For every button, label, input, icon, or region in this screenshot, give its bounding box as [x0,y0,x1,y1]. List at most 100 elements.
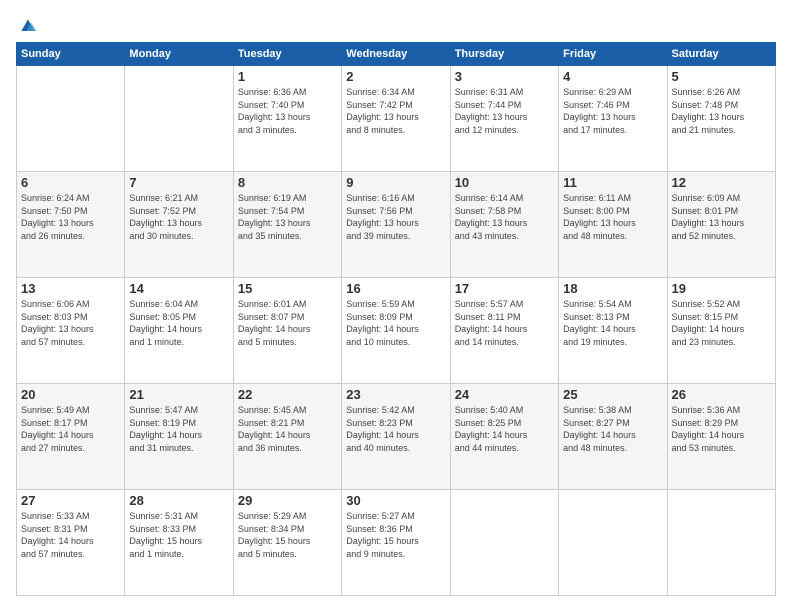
day-info: Sunrise: 6:34 AM Sunset: 7:42 PM Dayligh… [346,86,445,136]
day-info: Sunrise: 5:40 AM Sunset: 8:25 PM Dayligh… [455,404,554,454]
logo-icon [18,16,38,36]
day-number: 4 [563,69,662,84]
calendar-cell: 17 Sunrise: 5:57 AM Sunset: 8:11 PM Dayli… [450,278,558,384]
day-number: 1 [238,69,337,84]
day-number: 14 [129,281,228,296]
day-number: 7 [129,175,228,190]
calendar-cell: 9Sunrise: 6:16 AM Sunset: 7:56 PM Daylig… [342,172,450,278]
calendar-cell: 25 Sunrise: 5:38 AM Sunset: 8:27 PM Dayli… [559,384,667,490]
day-info: Sunrise: 5:36 AM Sunset: 8:29 PM Dayligh… [672,404,771,454]
day-info: Sunrise: 6:31 AM Sunset: 7:44 PM Dayligh… [455,86,554,136]
calendar-cell [667,490,775,596]
page-container: SundayMondayTuesdayWednesdayThursdayFrid… [0,0,792,612]
calendar-cell: 23Sunrise: 5:42 AM Sunset: 8:23 PM Dayli… [342,384,450,490]
day-info: Sunrise: 5:49 AM Sunset: 8:17 PM Dayligh… [21,404,120,454]
calendar-cell: 3 Sunrise: 6:31 AM Sunset: 7:44 PM Daylig… [450,66,558,172]
day-info: Sunrise: 6:04 AM Sunset: 8:05 PM Dayligh… [129,298,228,348]
day-number: 21 [129,387,228,402]
day-number: 29 [238,493,337,508]
calendar-cell: 13Sunrise: 6:06 AM Sunset: 8:03 PM Dayli… [17,278,125,384]
day-number: 10 [455,175,554,190]
calendar-cell: 11 Sunrise: 6:11 AM Sunset: 8:00 PM Dayli… [559,172,667,278]
day-info: Sunrise: 5:52 AM Sunset: 8:15 PM Dayligh… [672,298,771,348]
day-number: 30 [346,493,445,508]
day-info: Sunrise: 6:14 AM Sunset: 7:58 PM Dayligh… [455,192,554,242]
day-number: 28 [129,493,228,508]
day-number: 25 [563,387,662,402]
day-number: 24 [455,387,554,402]
weekday-header-friday: Friday [559,43,667,66]
day-number: 20 [21,387,120,402]
day-info: Sunrise: 5:38 AM Sunset: 8:27 PM Dayligh… [563,404,662,454]
calendar-cell: 21 Sunrise: 5:47 AM Sunset: 8:19 PM Dayli… [125,384,233,490]
weekday-header-sunday: Sunday [17,43,125,66]
calendar-cell: 24 Sunrise: 5:40 AM Sunset: 8:25 PM Dayli… [450,384,558,490]
calendar-cell: 2 Sunrise: 6:34 AM Sunset: 7:42 PM Daylig… [342,66,450,172]
calendar-cell: 10 Sunrise: 6:14 AM Sunset: 7:58 PM Dayli… [450,172,558,278]
day-number: 17 [455,281,554,296]
calendar-cell: 16 Sunrise: 5:59 AM Sunset: 8:09 PM Dayli… [342,278,450,384]
day-info: Sunrise: 5:47 AM Sunset: 8:19 PM Dayligh… [129,404,228,454]
day-info: Sunrise: 6:19 AM Sunset: 7:54 PM Dayligh… [238,192,337,242]
day-info: Sunrise: 6:21 AM Sunset: 7:52 PM Dayligh… [129,192,228,242]
day-number: 16 [346,281,445,296]
calendar-body: 1Sunrise: 6:36 AM Sunset: 7:40 PM Daylig… [17,66,776,596]
calendar-week-row: 27 Sunrise: 5:33 AM Sunset: 8:31 PM Dayli… [17,490,776,596]
weekday-header-thursday: Thursday [450,43,558,66]
day-info: Sunrise: 5:59 AM Sunset: 8:09 PM Dayligh… [346,298,445,348]
weekday-header-monday: Monday [125,43,233,66]
calendar-cell [17,66,125,172]
day-number: 3 [455,69,554,84]
day-info: Sunrise: 5:45 AM Sunset: 8:21 PM Dayligh… [238,404,337,454]
day-number: 2 [346,69,445,84]
calendar-cell [125,66,233,172]
day-info: Sunrise: 6:11 AM Sunset: 8:00 PM Dayligh… [563,192,662,242]
day-info: Sunrise: 5:33 AM Sunset: 8:31 PM Dayligh… [21,510,120,560]
day-number: 11 [563,175,662,190]
calendar-cell: 30Sunrise: 5:27 AM Sunset: 8:36 PM Dayli… [342,490,450,596]
calendar-cell: 18Sunrise: 5:54 AM Sunset: 8:13 PM Dayli… [559,278,667,384]
day-number: 15 [238,281,337,296]
calendar-cell: 4 Sunrise: 6:29 AM Sunset: 7:46 PM Daylig… [559,66,667,172]
weekday-header-saturday: Saturday [667,43,775,66]
day-number: 23 [346,387,445,402]
calendar-cell: 26 Sunrise: 5:36 AM Sunset: 8:29 PM Dayli… [667,384,775,490]
calendar-cell: 12Sunrise: 6:09 AM Sunset: 8:01 PM Dayli… [667,172,775,278]
calendar-cell: 20 Sunrise: 5:49 AM Sunset: 8:17 PM Dayli… [17,384,125,490]
calendar-week-row: 13Sunrise: 6:06 AM Sunset: 8:03 PM Dayli… [17,278,776,384]
calendar-week-row: 6 Sunrise: 6:24 AM Sunset: 7:50 PM Daylig… [17,172,776,278]
day-number: 8 [238,175,337,190]
calendar-cell [450,490,558,596]
day-number: 22 [238,387,337,402]
calendar-cell: 8 Sunrise: 6:19 AM Sunset: 7:54 PM Daylig… [233,172,341,278]
calendar-cell: 27 Sunrise: 5:33 AM Sunset: 8:31 PM Dayli… [17,490,125,596]
day-info: Sunrise: 6:24 AM Sunset: 7:50 PM Dayligh… [21,192,120,242]
day-info: Sunrise: 6:16 AM Sunset: 7:56 PM Dayligh… [346,192,445,242]
day-number: 6 [21,175,120,190]
day-number: 26 [672,387,771,402]
weekday-header-wednesday: Wednesday [342,43,450,66]
calendar-cell: 28 Sunrise: 5:31 AM Sunset: 8:33 PM Dayli… [125,490,233,596]
calendar-cell: 29 Sunrise: 5:29 AM Sunset: 8:34 PM Dayli… [233,490,341,596]
day-number: 5 [672,69,771,84]
day-info: Sunrise: 5:31 AM Sunset: 8:33 PM Dayligh… [129,510,228,560]
day-number: 18 [563,281,662,296]
day-info: Sunrise: 5:57 AM Sunset: 8:11 PM Dayligh… [455,298,554,348]
day-info: Sunrise: 6:26 AM Sunset: 7:48 PM Dayligh… [672,86,771,136]
calendar-cell: 19 Sunrise: 5:52 AM Sunset: 8:15 PM Dayli… [667,278,775,384]
calendar-cell: 14 Sunrise: 6:04 AM Sunset: 8:05 PM Dayli… [125,278,233,384]
calendar-cell: 22 Sunrise: 5:45 AM Sunset: 8:21 PM Dayli… [233,384,341,490]
day-number: 12 [672,175,771,190]
day-info: Sunrise: 5:29 AM Sunset: 8:34 PM Dayligh… [238,510,337,560]
day-number: 27 [21,493,120,508]
logo [16,16,38,32]
calendar-cell: 7 Sunrise: 6:21 AM Sunset: 7:52 PM Daylig… [125,172,233,278]
calendar-table: SundayMondayTuesdayWednesdayThursdayFrid… [16,42,776,596]
calendar-cell: 6 Sunrise: 6:24 AM Sunset: 7:50 PM Daylig… [17,172,125,278]
calendar-cell: 1Sunrise: 6:36 AM Sunset: 7:40 PM Daylig… [233,66,341,172]
weekday-header-tuesday: Tuesday [233,43,341,66]
calendar-cell: 15Sunrise: 6:01 AM Sunset: 8:07 PM Dayli… [233,278,341,384]
day-number: 19 [672,281,771,296]
day-info: Sunrise: 6:29 AM Sunset: 7:46 PM Dayligh… [563,86,662,136]
calendar-cell [559,490,667,596]
